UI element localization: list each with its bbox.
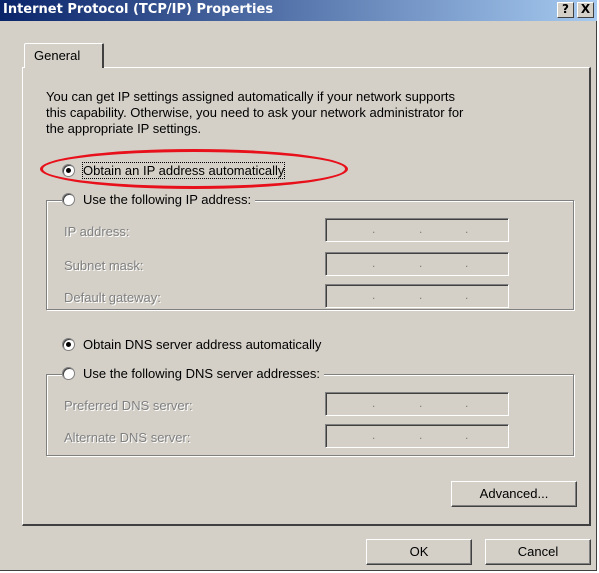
use-following-ip-label: Use the following IP address: [83, 192, 252, 207]
subnet-mask-label: Subnet mask: [64, 258, 144, 273]
preferred-dns-label: Preferred DNS server: [64, 398, 193, 413]
ok-button[interactable]: OK [366, 539, 472, 565]
description-line: You can get IP settings assigned automat… [46, 89, 456, 104]
title-bar[interactable]: Internet Protocol (TCP/IP) Properties ? … [0, 0, 597, 21]
use-following-dns-label: Use the following DNS server addresses: [83, 366, 320, 381]
help-button[interactable]: ? [557, 2, 574, 18]
use-following-ip-radio[interactable]: Use the following IP address: [62, 192, 256, 207]
description-line: this capability. Otherwise, you need to … [46, 105, 464, 120]
radio-selected-icon [62, 338, 75, 351]
tab-general-label: General [34, 48, 81, 63]
advanced-button[interactable]: Advanced... [451, 481, 577, 507]
window-title: Internet Protocol (TCP/IP) Properties [3, 2, 274, 17]
use-following-dns-radio[interactable]: Use the following DNS server addresses: [62, 366, 324, 381]
cancel-button[interactable]: Cancel [485, 539, 591, 565]
highlight-ellipse [40, 149, 348, 189]
help-icon: ? [562, 2, 569, 16]
close-button[interactable]: X [577, 2, 594, 18]
description-text: You can get IP settings assigned automat… [46, 89, 566, 137]
radio-unselected-icon [62, 193, 75, 206]
ip-address-label: IP address: [64, 224, 130, 239]
subnet-mask-input[interactable]: . . . [325, 252, 509, 276]
alternate-dns-label: Alternate DNS server: [64, 430, 191, 445]
description-line: the appropriate IP settings. [46, 121, 202, 136]
tcpip-properties-dialog: Internet Protocol (TCP/IP) Properties ? … [0, 0, 597, 571]
close-icon: X [580, 2, 591, 16]
radio-unselected-icon [62, 367, 75, 380]
default-gateway-input[interactable]: . . . [325, 284, 509, 308]
tab-general[interactable]: General [24, 43, 104, 68]
obtain-dns-auto-radio[interactable]: Obtain DNS server address automatically [62, 337, 326, 352]
preferred-dns-input[interactable]: . . . [325, 392, 509, 416]
default-gateway-label: Default gateway: [64, 290, 161, 305]
obtain-dns-auto-label: Obtain DNS server address automatically [83, 337, 322, 352]
alternate-dns-input[interactable]: . . . [325, 424, 509, 448]
ip-address-input[interactable]: . . . [325, 218, 509, 242]
